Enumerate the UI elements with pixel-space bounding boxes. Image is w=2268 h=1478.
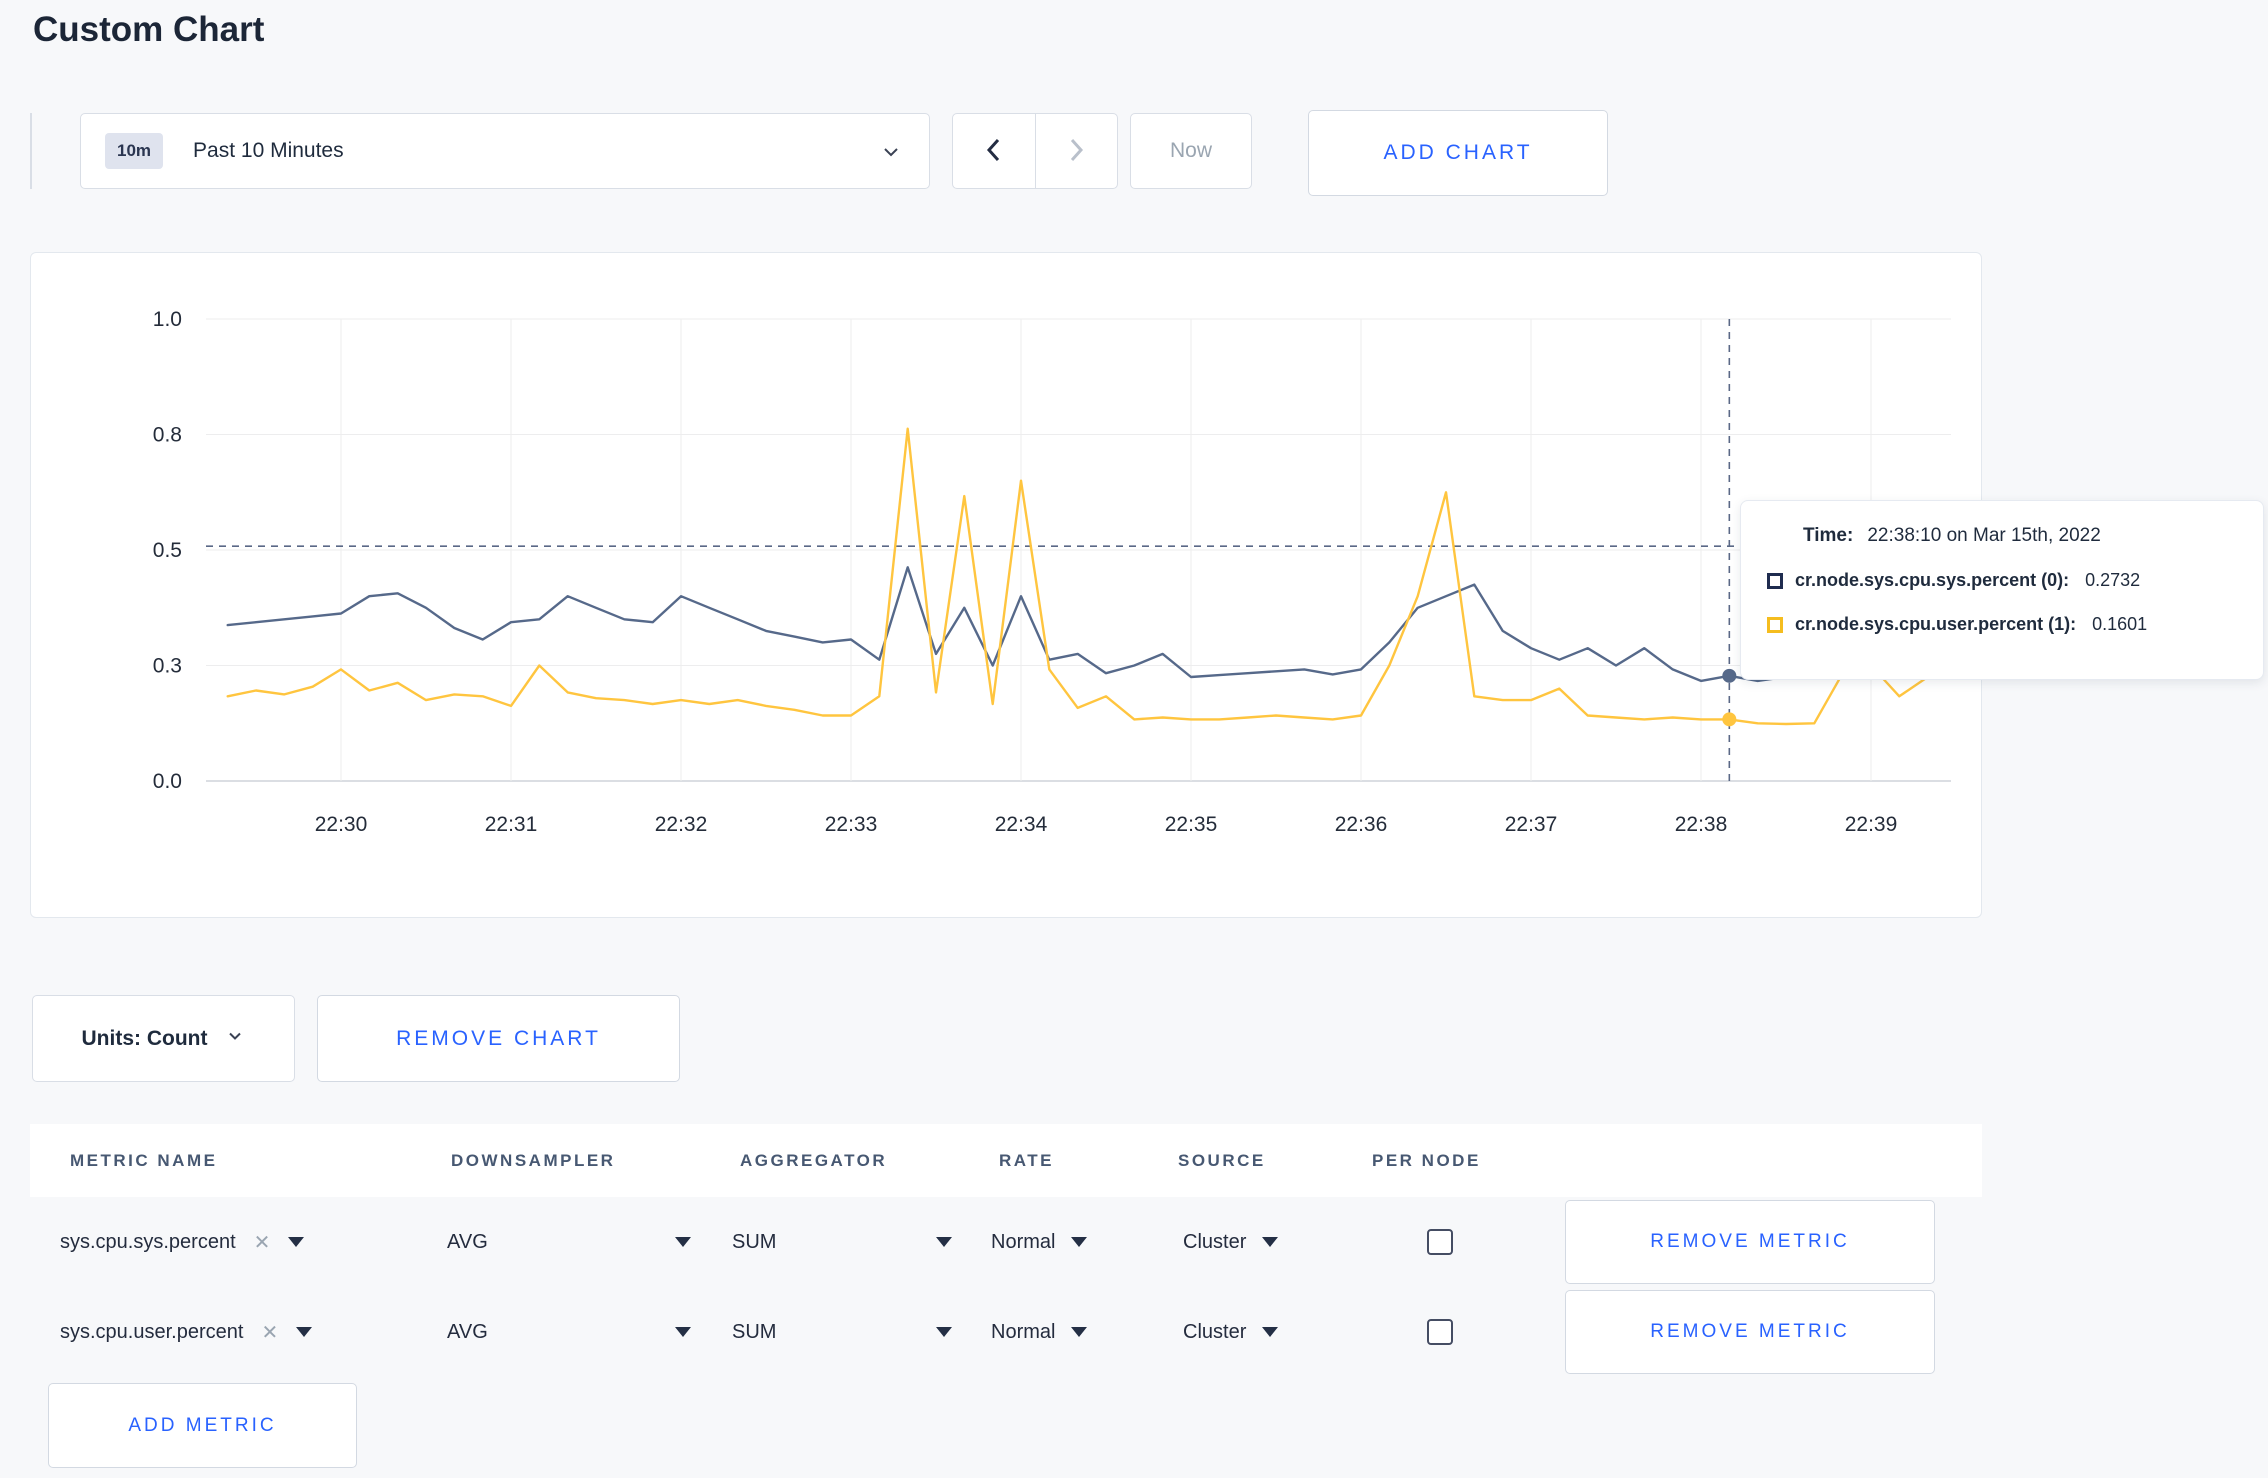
- source-select[interactable]: Cluster: [1183, 1231, 1246, 1254]
- svg-text:22:30: 22:30: [315, 813, 368, 836]
- chevron-down-icon: [879, 140, 903, 169]
- page-title: Custom Chart: [33, 10, 265, 49]
- now-button[interactable]: Now: [1130, 113, 1252, 189]
- chart-hover-tooltip: Time: 22:38:10 on Mar 15th, 2022 cr.node.…: [1740, 500, 2264, 680]
- metrics-table-header: METRIC NAME DOWNSAMPLER AGGREGATOR RATE …: [30, 1124, 1982, 1197]
- svg-text:22:33: 22:33: [825, 813, 878, 836]
- svg-text:0.8: 0.8: [153, 424, 182, 447]
- caret-down-icon[interactable]: [936, 1327, 952, 1337]
- tooltip-time-row: Time: 22:38:10 on Mar 15th, 2022: [1803, 525, 2237, 547]
- svg-text:22:31: 22:31: [485, 813, 538, 836]
- metric-name-value[interactable]: sys.cpu.user.percent: [60, 1321, 243, 1344]
- svg-text:22:32: 22:32: [655, 813, 708, 836]
- tooltip-series-label: cr.node.sys.cpu.user.percent (1):: [1795, 614, 2077, 634]
- svg-text:0.5: 0.5: [153, 539, 182, 562]
- series-swatch-user-icon: [1767, 616, 1783, 633]
- aggregator-select[interactable]: SUM: [732, 1231, 776, 1254]
- timeseries-chart[interactable]: 0.0 0.3 0.5 0.8 1.0 22:30 22:31 22:32 22:33 22:34…: [31, 253, 1981, 917]
- per-node-checkbox[interactable]: [1427, 1229, 1453, 1255]
- tooltip-time-label: Time:: [1803, 525, 1854, 546]
- rate-select[interactable]: Normal: [991, 1321, 1055, 1344]
- caret-down-icon[interactable]: [1071, 1237, 1088, 1247]
- chevron-down-icon: [225, 1026, 245, 1052]
- caret-down-icon[interactable]: [288, 1237, 305, 1247]
- remove-tag-icon[interactable]: ✕: [254, 1230, 271, 1255]
- remove-tag-icon[interactable]: ✕: [261, 1320, 278, 1345]
- col-header-source: SOURCE: [1178, 1150, 1266, 1170]
- caret-down-icon[interactable]: [296, 1327, 313, 1337]
- svg-text:22:35: 22:35: [1165, 813, 1218, 836]
- metric-name-value[interactable]: sys.cpu.sys.percent: [60, 1231, 236, 1254]
- time-range-label: Past 10 Minutes: [193, 139, 344, 162]
- tooltip-series-label: cr.node.sys.cpu.sys.percent (0):: [1795, 570, 2070, 590]
- toolbar-divider: [30, 113, 32, 189]
- col-header-aggregator: AGGREGATOR: [740, 1150, 888, 1170]
- prev-range-button[interactable]: [953, 114, 1035, 188]
- time-range-dropdown[interactable]: 10m Past 10 Minutes: [80, 113, 930, 189]
- tooltip-series-value: 0.1601: [2092, 614, 2148, 634]
- caret-down-icon[interactable]: [1262, 1237, 1279, 1247]
- col-header-metric-name: METRIC NAME: [70, 1150, 218, 1170]
- tooltip-series-row: cr.node.sys.cpu.sys.percent (0): 0.2732: [1767, 570, 2237, 591]
- col-header-downsampler: DOWNSAMPLER: [451, 1150, 616, 1170]
- downsampler-select[interactable]: AVG: [447, 1321, 488, 1344]
- units-label: Units: Count: [81, 1026, 208, 1050]
- aggregator-select[interactable]: SUM: [732, 1321, 776, 1344]
- chevron-left-icon: [981, 135, 1007, 168]
- caret-down-icon[interactable]: [1262, 1327, 1279, 1337]
- svg-text:1.0: 1.0: [153, 308, 182, 331]
- next-range-button[interactable]: [1034, 114, 1118, 188]
- units-dropdown[interactable]: Units: Count: [32, 995, 295, 1082]
- rate-select[interactable]: Normal: [991, 1231, 1055, 1254]
- per-node-checkbox[interactable]: [1427, 1319, 1453, 1345]
- downsampler-select[interactable]: AVG: [447, 1231, 488, 1254]
- caret-down-icon[interactable]: [675, 1237, 691, 1247]
- add-metric-button[interactable]: ADD METRIC: [48, 1383, 357, 1468]
- chevron-right-icon: [1063, 135, 1089, 168]
- source-select[interactable]: Cluster: [1183, 1321, 1246, 1344]
- tooltip-series-row: cr.node.sys.cpu.user.percent (1): 0.1601: [1767, 614, 2237, 635]
- tooltip-series-value: 0.2732: [2085, 570, 2141, 590]
- caret-down-icon[interactable]: [675, 1327, 691, 1337]
- series-swatch-sys-icon: [1767, 572, 1783, 589]
- svg-text:22:39: 22:39: [1845, 813, 1898, 836]
- time-range-badge: 10m: [105, 133, 164, 169]
- remove-metric-button[interactable]: REMOVE METRIC: [1565, 1200, 1935, 1284]
- chart-card: 0.0 0.3 0.5 0.8 1.0 22:30 22:31 22:32 22:33 22:34…: [30, 252, 1982, 918]
- svg-text:22:36: 22:36: [1335, 813, 1388, 836]
- svg-text:22:38: 22:38: [1675, 813, 1728, 836]
- metric-row: sys.cpu.user.percent ✕ AVG SUM Normal Cl…: [30, 1287, 2268, 1377]
- tooltip-time-value: 22:38:10 on Mar 15th, 2022: [1867, 525, 2101, 546]
- svg-text:0.3: 0.3: [153, 655, 182, 678]
- col-header-per-node: PER NODE: [1372, 1150, 1481, 1170]
- svg-text:22:34: 22:34: [995, 813, 1048, 836]
- caret-down-icon[interactable]: [936, 1237, 952, 1247]
- time-nav-group: [952, 113, 1118, 189]
- remove-metric-button[interactable]: REMOVE METRIC: [1565, 1290, 1935, 1374]
- svg-text:0.0: 0.0: [153, 770, 182, 793]
- add-chart-button[interactable]: ADD CHART: [1308, 110, 1608, 196]
- remove-chart-button[interactable]: REMOVE CHART: [317, 995, 680, 1082]
- caret-down-icon[interactable]: [1071, 1327, 1088, 1337]
- svg-text:22:37: 22:37: [1505, 813, 1558, 836]
- col-header-rate: RATE: [999, 1150, 1055, 1170]
- metric-row: sys.cpu.sys.percent ✕ AVG SUM Normal Clu…: [30, 1197, 2268, 1287]
